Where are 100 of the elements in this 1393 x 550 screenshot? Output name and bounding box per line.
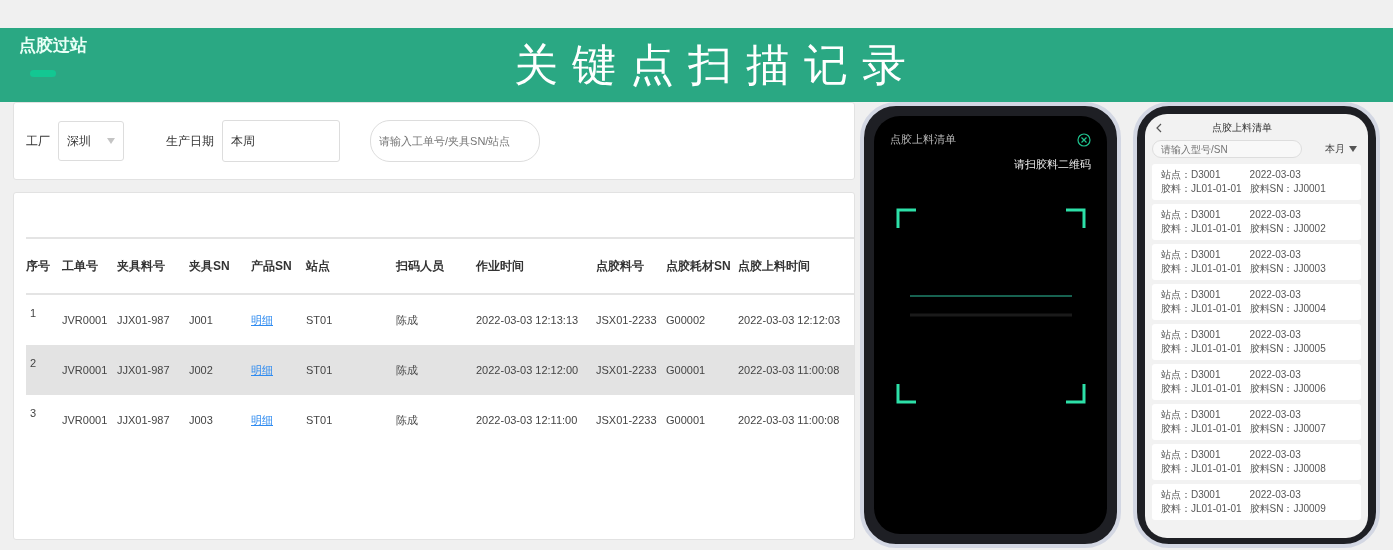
record-card[interactable]: 站点：D3001 2022-03-03 胶料：JL01-01-01 胶料SN：JJ0007 bbox=[1152, 404, 1361, 440]
table-cell: 陈成 bbox=[396, 313, 418, 326]
table-cell: JSX01-2233 bbox=[596, 314, 657, 326]
station-text: 站点：D3001 bbox=[1161, 249, 1222, 262]
table-cell: JVR0001 bbox=[62, 364, 108, 376]
table-cell: 1 bbox=[30, 307, 37, 319]
column-header: 点胶耗材SN bbox=[666, 257, 732, 275]
active-tab-indicator bbox=[30, 70, 56, 77]
banner-title: 关键点扫描记录 bbox=[514, 37, 920, 92]
material-text: 胶料：JL01-01-01 bbox=[1161, 382, 1242, 395]
sn-text: 胶料SN：JJ0005 bbox=[1249, 342, 1327, 355]
material-text: 胶料：JL01-01-01 bbox=[1161, 422, 1242, 435]
record-card[interactable]: 站点：D3001 2022-03-03 胶料：JL01-01-01 胶料SN：JJ0001 bbox=[1152, 164, 1361, 200]
page-title: 点胶过站 bbox=[19, 35, 88, 57]
scan-hint: 请扫胶料二维码 bbox=[1014, 157, 1091, 172]
column-header: 点胶料号 bbox=[596, 257, 645, 275]
table-cell: G00002 bbox=[666, 314, 706, 326]
record-card[interactable]: 站点：D3001 2022-03-03 胶料：JL01-01-01 胶料SN：JJ0005 bbox=[1152, 324, 1361, 360]
table-cell: JJX01-987 bbox=[117, 364, 170, 376]
sn-text: 胶料SN：JJ0007 bbox=[1249, 422, 1327, 435]
column-header: 点胶上料时间 bbox=[738, 257, 811, 275]
column-header: 产品SN bbox=[251, 257, 293, 275]
detail-link[interactable]: 明细 bbox=[251, 413, 273, 426]
column-header: 作业时间 bbox=[476, 257, 525, 275]
material-text: 胶料：JL01-01-01 bbox=[1161, 342, 1242, 355]
sn-text: 胶料SN：JJ0006 bbox=[1249, 382, 1327, 395]
sn-text: 胶料SN：JJ0004 bbox=[1249, 302, 1327, 315]
sn-text: 胶料SN：JJ0002 bbox=[1249, 222, 1327, 235]
table-cell: JJX01-987 bbox=[117, 414, 170, 426]
table-cell: G00001 bbox=[666, 414, 706, 426]
date-text: 2022-03-03 bbox=[1249, 449, 1302, 462]
table-cell: 2022-03-03 12:13:13 bbox=[476, 314, 579, 326]
table-cell: ST01 bbox=[306, 414, 333, 426]
table-row[interactable]: 1 JVR0001 JJX01-987 J001 明细 ST01 陈成 2022-03-03 12:13:13 JSX01-2233 G00002 2022-03-03 12:12:03 bbox=[26, 295, 854, 345]
table-row[interactable]: 3 JVR0001 JJX01-987 J003 明细 ST01 陈成 2022-03-03 12:11:00 JSX01-2233 G00001 2022-03-03 11:00:08 bbox=[26, 395, 854, 445]
table-cell: JVR0001 bbox=[62, 314, 108, 326]
search-field[interactable]: 请输入工单号/夹具SN/站点 bbox=[370, 120, 540, 162]
record-card[interactable]: 站点：D3001 2022-03-03 胶料：JL01-01-01 胶料SN：JJ0006 bbox=[1152, 364, 1361, 400]
column-header: 扫码人员 bbox=[396, 257, 445, 275]
record-card[interactable]: 站点：D3001 2022-03-03 胶料：JL01-01-01 胶料SN：JJ0008 bbox=[1152, 444, 1361, 480]
table-cell: J002 bbox=[189, 364, 213, 376]
column-header: 序号 bbox=[26, 257, 51, 275]
date-text: 2022-03-03 bbox=[1249, 329, 1302, 342]
table-row[interactable]: 2 JVR0001 JJX01-987 J002 明细 ST01 陈成 2022-03-03 12:12:00 JSX01-2233 G00001 2022-03-03 11:00:08 bbox=[26, 345, 854, 395]
station-text: 站点：D3001 bbox=[1161, 369, 1222, 382]
back-icon[interactable] bbox=[1156, 123, 1162, 133]
material-text: 胶料：JL01-01-01 bbox=[1161, 222, 1242, 235]
screen-title: 点胶上料清单 bbox=[1212, 121, 1272, 135]
table-cell: J003 bbox=[189, 414, 213, 426]
material-text: 胶料：JL01-01-01 bbox=[1161, 302, 1242, 315]
table-cell: 陈成 bbox=[396, 413, 418, 426]
search-field[interactable]: 请输入型号/SN bbox=[1152, 140, 1302, 158]
table-cell: 陈成 bbox=[396, 363, 418, 376]
table-cell: 3 bbox=[30, 407, 37, 419]
close-icon[interactable] bbox=[1077, 132, 1091, 147]
date-text: 2022-03-03 bbox=[1249, 489, 1302, 502]
column-header: 夹具料号 bbox=[117, 257, 166, 275]
table-cell: 2 bbox=[30, 357, 37, 369]
factory-select[interactable]: 深圳 bbox=[58, 121, 124, 161]
detail-link[interactable]: 明细 bbox=[251, 313, 273, 326]
date-text: 2022-03-03 bbox=[1249, 169, 1302, 182]
station-text: 站点：D3001 bbox=[1161, 289, 1222, 302]
record-card[interactable]: 站点：D3001 2022-03-03 胶料：JL01-01-01 胶料SN：JJ0004 bbox=[1152, 284, 1361, 320]
table-cell: JVR0001 bbox=[62, 414, 108, 426]
table-cell: 2022-03-03 12:12:00 bbox=[476, 364, 579, 376]
material-text: 胶料：JL01-01-01 bbox=[1161, 502, 1242, 515]
record-card[interactable]: 站点：D3001 2022-03-03 胶料：JL01-01-01 胶料SN：JJ0003 bbox=[1152, 244, 1361, 280]
period-select[interactable]: 本月 bbox=[1325, 142, 1357, 156]
table-cell: ST01 bbox=[306, 364, 333, 376]
table-cell: ST01 bbox=[306, 314, 333, 326]
station-text: 站点：D3001 bbox=[1161, 409, 1222, 422]
station-text: 站点：D3001 bbox=[1161, 169, 1222, 182]
date-text: 2022-03-03 bbox=[1249, 409, 1302, 422]
table-cell: 2022-03-03 12:11:00 bbox=[476, 414, 578, 426]
station-text: 站点：D3001 bbox=[1161, 449, 1222, 462]
record-card[interactable]: 站点：D3001 2022-03-03 胶料：JL01-01-01 胶料SN：JJ0009 bbox=[1152, 484, 1361, 520]
sn-text: 胶料SN：JJ0008 bbox=[1249, 462, 1327, 475]
table-cell: G00001 bbox=[666, 364, 706, 376]
date-text: 2022-03-03 bbox=[1249, 249, 1302, 262]
station-text: 站点：D3001 bbox=[1161, 209, 1222, 222]
table-cell: J001 bbox=[189, 314, 213, 326]
table-cell: 2022-03-03 12:12:03 bbox=[738, 314, 841, 326]
record-card[interactable]: 站点：D3001 2022-03-03 胶料：JL01-01-01 胶料SN：JJ0002 bbox=[1152, 204, 1361, 240]
factory-label: 工厂 bbox=[26, 132, 50, 150]
date-field[interactable]: 本周 bbox=[222, 120, 340, 162]
material-text: 胶料：JL01-01-01 bbox=[1161, 182, 1242, 195]
date-text: 2022-03-03 bbox=[1249, 289, 1302, 302]
dropdown-caret-icon bbox=[1349, 146, 1357, 152]
table-cell: JJX01-987 bbox=[117, 314, 170, 326]
column-header: 夹具SN bbox=[189, 257, 231, 275]
sn-text: 胶料SN：JJ0003 bbox=[1249, 262, 1327, 275]
sn-text: 胶料SN：JJ0001 bbox=[1249, 182, 1327, 195]
station-text: 站点：D3001 bbox=[1161, 329, 1222, 342]
date-label: 生产日期 bbox=[166, 132, 214, 150]
table-cell: JSX01-2233 bbox=[596, 364, 657, 376]
material-text: 胶料：JL01-01-01 bbox=[1161, 462, 1242, 475]
material-text: 胶料：JL01-01-01 bbox=[1161, 262, 1242, 275]
station-text: 站点：D3001 bbox=[1161, 489, 1222, 502]
column-header: 站点 bbox=[306, 257, 331, 275]
screen-title: 点胶上料清单 bbox=[890, 132, 956, 147]
